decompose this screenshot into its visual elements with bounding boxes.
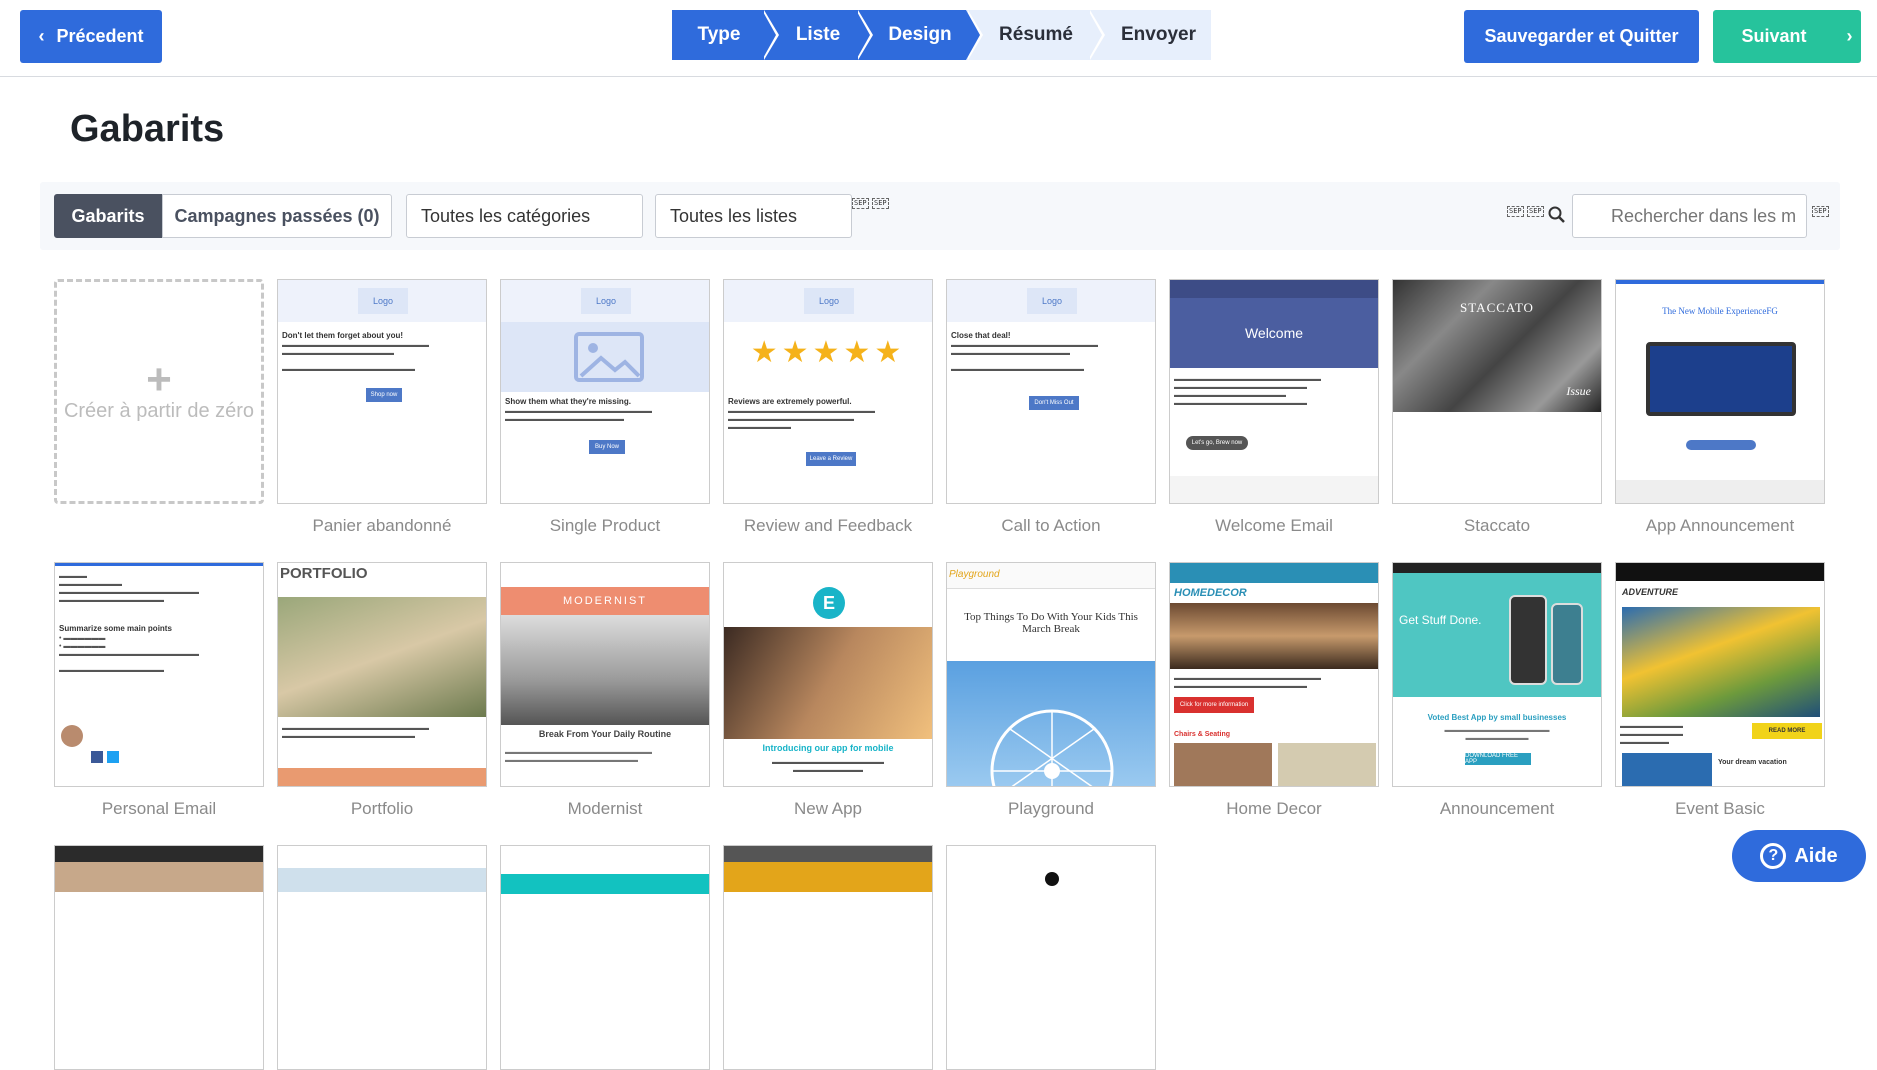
template-card[interactable]: Playground Top Things To Do With Your Ki…: [946, 562, 1156, 819]
help-button[interactable]: ? Aide: [1732, 830, 1866, 882]
step-envoyer[interactable]: Envoyer: [1088, 10, 1211, 60]
template-thumbnail: MODERNIST Break From Your Daily Routine …: [500, 562, 710, 787]
template-thumbnail: PORTFOLIO ▬▬▬▬▬▬▬▬▬▬▬▬▬▬▬▬▬▬▬▬▬ ▬▬▬▬▬▬▬▬▬…: [277, 562, 487, 787]
sep-tag: SEP: [1812, 206, 1829, 217]
help-icon: ?: [1760, 843, 1787, 869]
template-card[interactable]: Logo Close that deal! ▬▬▬▬▬▬▬▬▬▬▬▬▬▬▬▬▬▬…: [946, 279, 1156, 536]
template-name: New App: [793, 799, 863, 818]
sep-tag: SEP: [852, 198, 869, 209]
template-thumbnail: E Introducing our app for mobile ▬▬▬▬▬▬▬…: [723, 562, 933, 787]
create-blank-label: Créer à partir de zéro: [63, 400, 255, 422]
template-card[interactable]: [277, 845, 487, 1070]
chevron-right-icon: ›: [1846, 26, 1853, 46]
list-select[interactable]: Toutes les listes: [655, 194, 852, 238]
search-icon[interactable]: [1548, 206, 1566, 224]
search-input[interactable]: [1572, 194, 1807, 238]
template-card[interactable]: MODERNIST Break From Your Daily Routine …: [500, 562, 710, 819]
next-button[interactable]: Suivant ›: [1713, 10, 1861, 63]
template-name: Single Product: [549, 516, 661, 535]
template-name: Panier abandonné: [312, 516, 452, 535]
template-card[interactable]: ▬▬▬▬ ▬▬▬▬▬▬▬▬▬ ▬▬▬▬▬▬▬▬▬▬▬▬▬▬▬▬▬▬▬▬ ▬▬▬▬▬▬▬…: [54, 562, 264, 819]
sep-tag: SEP: [1507, 206, 1524, 217]
template-thumbnail: Get Stuff Done. Voted Best App by small …: [1392, 562, 1602, 787]
template-thumbnail: Logo Close that deal! ▬▬▬▬▬▬▬▬▬▬▬▬▬▬▬▬▬▬…: [946, 279, 1156, 504]
template-card[interactable]: [723, 845, 933, 1070]
template-thumbnail: Logo ★★★★★ Reviews are extremely powerfu…: [723, 279, 933, 504]
page-title: Gabarits: [70, 108, 225, 150]
template-card[interactable]: Welcome ▬▬▬▬▬▬▬▬▬▬▬▬▬▬▬▬▬▬▬▬▬ ▬▬▬▬▬▬▬▬▬▬▬…: [1169, 279, 1379, 536]
template-thumbnail: ▬▬▬▬ ▬▬▬▬▬▬▬▬▬ ▬▬▬▬▬▬▬▬▬▬▬▬▬▬▬▬▬▬▬▬ ▬▬▬▬▬▬▬…: [54, 562, 264, 787]
template-card[interactable]: PORTFOLIO ▬▬▬▬▬▬▬▬▬▬▬▬▬▬▬▬▬▬▬▬▬ ▬▬▬▬▬▬▬▬▬…: [277, 562, 487, 819]
template-card[interactable]: HOMEDECOR ▬▬▬▬▬▬▬▬▬▬▬▬▬▬▬▬▬▬▬▬▬ ▬▬▬▬▬▬▬▬▬…: [1169, 562, 1379, 819]
tab-past-campaigns[interactable]: Campagnes passées (0): [162, 194, 392, 238]
template-name: Home Decor: [1226, 799, 1322, 818]
sep-tag: SEP: [1527, 206, 1544, 217]
template-thumbnail: Welcome ▬▬▬▬▬▬▬▬▬▬▬▬▬▬▬▬▬▬▬▬▬ ▬▬▬▬▬▬▬▬▬▬▬…: [1169, 279, 1379, 504]
template-card[interactable]: STACCATO Issue Staccato: [1392, 279, 1602, 536]
template-name: Event Basic: [1675, 799, 1765, 818]
sep-tag: SEP: [872, 198, 889, 209]
template-name: Call to Action: [1001, 516, 1101, 535]
template-thumbnail: [500, 845, 710, 1070]
template-card[interactable]: [500, 845, 710, 1070]
template-thumbnail: Logo Show them what they're missing. ▬▬▬…: [500, 279, 710, 504]
template-thumbnail: Playground Top Things To Do With Your Ki…: [946, 562, 1156, 787]
create-blank-card[interactable]: + Créer à partir de zéro: [54, 279, 264, 504]
template-name: Portfolio: [350, 799, 414, 818]
template-name: Announcement: [1439, 799, 1555, 818]
filter-bar: Gabarits Campagnes passées (0) Toutes le…: [40, 182, 1840, 250]
template-name: Review and Feedback: [743, 516, 913, 535]
template-card[interactable]: Logo ★★★★★ Reviews are extremely powerfu…: [723, 279, 933, 536]
template-card[interactable]: [946, 845, 1156, 1070]
template-thumbnail: [54, 845, 264, 1070]
template-name: Welcome Email: [1215, 516, 1333, 535]
template-name: Playground: [1007, 799, 1094, 818]
step-type[interactable]: Type: [672, 10, 779, 60]
next-button-label: Suivant: [1741, 26, 1807, 46]
wizard-steps: Type Liste Design Résumé Envoyer: [672, 10, 1211, 60]
save-and-quit-button[interactable]: Sauvegarder et Quitter: [1464, 10, 1699, 63]
template-thumbnail: ADVENTURE ▬▬▬▬▬▬▬▬▬ ▬▬▬▬▬▬▬▬▬ ▬▬▬▬▬▬▬ READ…: [1615, 562, 1825, 787]
template-name: Modernist: [567, 799, 643, 818]
template-thumbnail: [723, 845, 933, 1070]
template-thumbnail: The New Mobile ExperienceFG: [1615, 279, 1825, 504]
image-placeholder-icon: [501, 322, 709, 392]
stars-icon: ★★★★★: [750, 336, 906, 369]
template-name: Personal Email: [101, 799, 217, 818]
previous-button[interactable]: ‹ Précedent: [20, 10, 162, 63]
template-thumbnail: Logo Don't let them forget about you! ▬▬…: [277, 279, 487, 504]
category-select[interactable]: Toutes les catégories: [406, 194, 643, 238]
previous-button-label: Précedent: [56, 26, 144, 46]
tab-templates[interactable]: Gabarits: [54, 194, 162, 238]
template-thumbnail: [946, 845, 1156, 1070]
template-card[interactable]: [54, 845, 264, 1070]
template-card[interactable]: E Introducing our app for mobile ▬▬▬▬▬▬▬…: [723, 562, 933, 819]
template-thumbnail: STACCATO Issue: [1392, 279, 1602, 504]
template-card[interactable]: The New Mobile ExperienceFG App Announce…: [1615, 279, 1825, 536]
template-card[interactable]: ADVENTURE ▬▬▬▬▬▬▬▬▬ ▬▬▬▬▬▬▬▬▬ ▬▬▬▬▬▬▬ READ…: [1615, 562, 1825, 819]
template-name: Staccato: [1463, 516, 1531, 535]
help-label: Aide: [1794, 844, 1838, 867]
template-thumbnail: [277, 845, 487, 1070]
template-name: App Announcement: [1645, 516, 1795, 535]
template-card[interactable]: Logo Don't let them forget about you! ▬▬…: [277, 279, 487, 536]
plus-icon: +: [146, 355, 172, 404]
step-resume[interactable]: Résumé: [966, 10, 1105, 60]
chevron-left-icon: ‹: [38, 26, 45, 46]
template-card[interactable]: Logo Show them what they're missing. ▬▬▬…: [500, 279, 710, 536]
template-card[interactable]: Get Stuff Done. Voted Best App by small …: [1392, 562, 1602, 819]
template-thumbnail: HOMEDECOR ▬▬▬▬▬▬▬▬▬▬▬▬▬▬▬▬▬▬▬▬▬ ▬▬▬▬▬▬▬▬▬…: [1169, 562, 1379, 787]
top-bar: ‹ Précedent Type Liste Design Résumé Env…: [0, 0, 1877, 77]
